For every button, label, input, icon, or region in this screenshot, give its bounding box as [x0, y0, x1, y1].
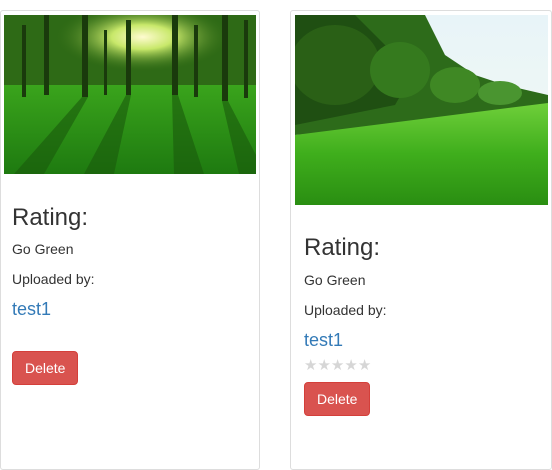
star-icon[interactable]: ★	[358, 357, 371, 374]
uploader-link[interactable]: test1	[12, 300, 51, 318]
star-icon[interactable]: ★	[331, 357, 344, 374]
photo-card: Rating: Go Green Uploaded by: test1 ★★★★…	[290, 10, 552, 470]
star-icon[interactable]: ★	[317, 357, 330, 374]
uploader-link[interactable]: test1	[304, 331, 343, 349]
rating-heading: Rating:	[304, 234, 381, 261]
star-icon[interactable]: ★	[304, 357, 317, 374]
star-icon[interactable]: ★	[344, 357, 357, 374]
forest-sunlight-image	[4, 15, 256, 174]
photo-description: Go Green	[304, 272, 366, 288]
green-field-image	[295, 15, 548, 205]
forest-photo	[4, 15, 256, 174]
uploaded-by-label: Uploaded by:	[304, 302, 387, 318]
uploaded-by-label: Uploaded by:	[12, 271, 95, 287]
field-photo	[295, 15, 548, 205]
delete-button[interactable]: Delete	[12, 351, 79, 385]
photo-card: Rating: Go Green Uploaded by: test1 Dele…	[0, 10, 260, 470]
photo-description: Go Green	[12, 241, 74, 257]
delete-button[interactable]: Delete	[304, 382, 371, 416]
rating-heading: Rating:	[12, 204, 89, 231]
star-rating: ★★★★★	[304, 358, 371, 373]
